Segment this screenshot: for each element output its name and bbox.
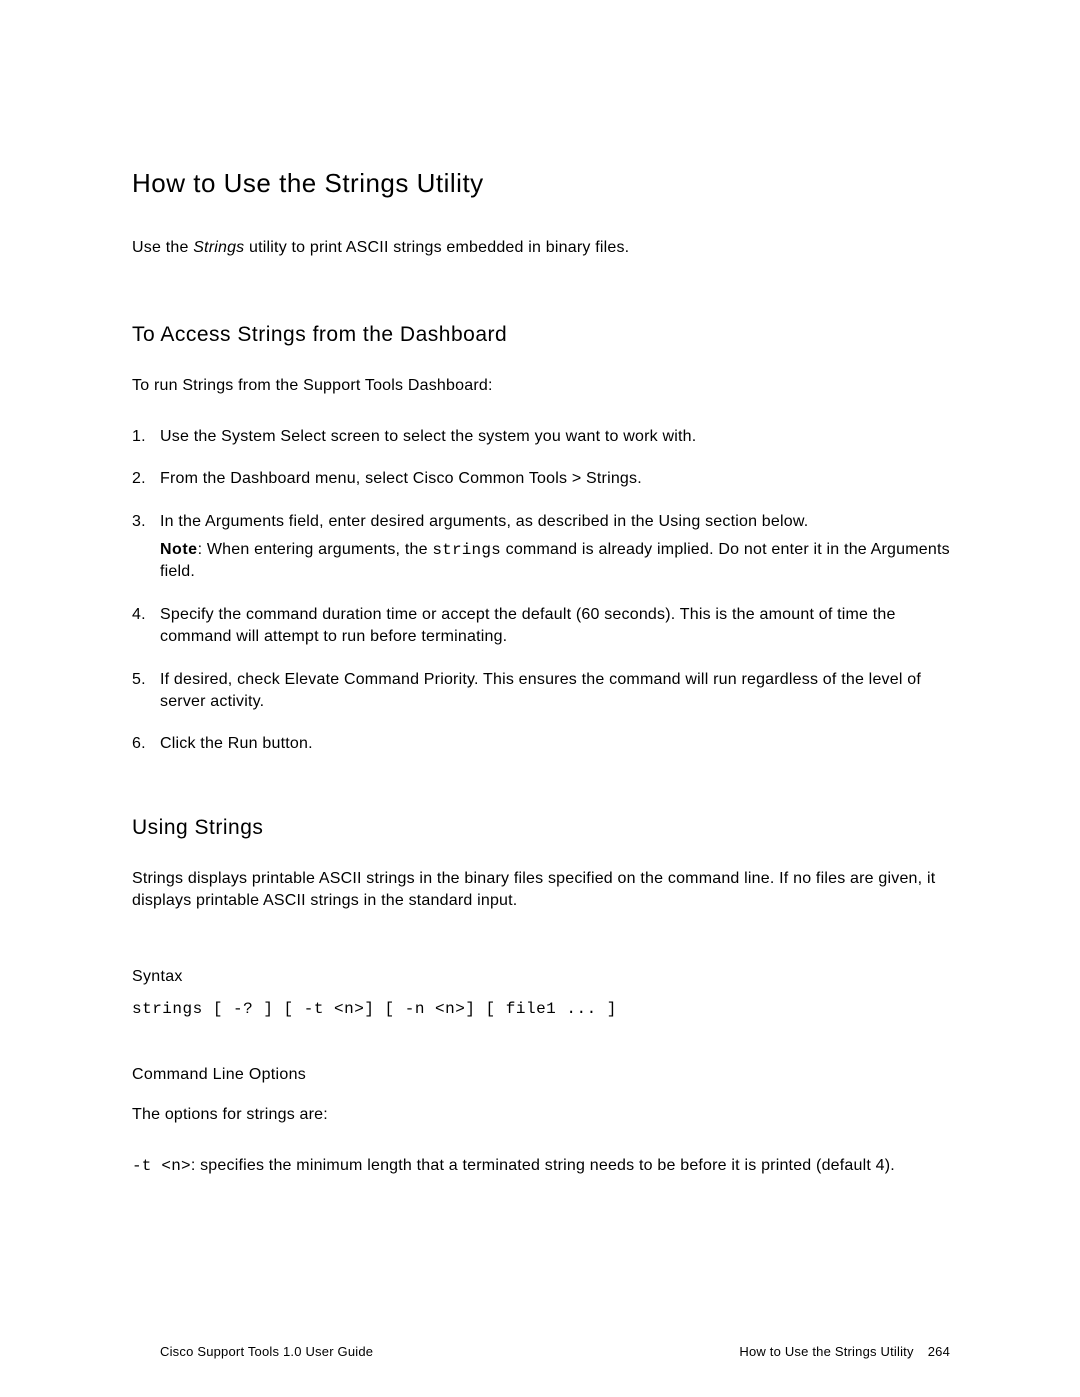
page-footer: Cisco Support Tools 1.0 User Guide How t… (160, 1344, 950, 1359)
access-intro: To run Strings from the Support Tools Da… (132, 375, 950, 397)
cli-option-code: -t <n> (132, 1157, 191, 1175)
syntax-block: Syntax strings [ -? ] [ -t <n>] [ -n <n>… (132, 968, 950, 1018)
footer-right: How to Use the Strings Utility 264 (739, 1344, 950, 1359)
syntax-heading: Syntax (132, 968, 950, 986)
cli-option-text: : specifies the minimum length that a te… (191, 1157, 895, 1174)
document-page: How to Use the Strings Utility Use the S… (0, 0, 1080, 1177)
step-text: In the Arguments field, enter desired ar… (160, 513, 808, 530)
cli-intro: The options for strings are: (132, 1104, 950, 1126)
intro-paragraph: Use the Strings utility to print ASCII s… (132, 237, 950, 259)
step-item: Use the System Select screen to select t… (132, 426, 950, 448)
step-item: Specify the command duration time or acc… (132, 604, 950, 649)
using-heading: Using Strings (132, 816, 950, 840)
intro-italic: Strings (193, 239, 244, 256)
intro-text-suffix: utility to print ASCII strings embedded … (244, 239, 629, 256)
steps-list: Use the System Select screen to select t… (132, 426, 950, 756)
intro-text-prefix: Use the (132, 239, 193, 256)
cli-option: -t <n>: specifies the minimum length tha… (132, 1155, 950, 1177)
using-paragraph: Strings displays printable ASCII strings… (132, 868, 950, 913)
footer-page-number: 264 (928, 1344, 950, 1359)
footer-section-title: How to Use the Strings Utility (739, 1344, 913, 1359)
cli-heading: Command Line Options (132, 1066, 950, 1084)
access-heading: To Access Strings from the Dashboard (132, 323, 950, 347)
step-item: Click the Run button. (132, 733, 950, 755)
step-item: If desired, check Elevate Command Priori… (132, 669, 950, 714)
page-title: How to Use the Strings Utility (132, 168, 950, 199)
step-note: Note: When entering arguments, the strin… (160, 539, 950, 584)
footer-left: Cisco Support Tools 1.0 User Guide (160, 1344, 373, 1359)
note-label: Note (160, 541, 198, 558)
syntax-code: strings [ -? ] [ -t <n>] [ -n <n>] [ fil… (132, 1000, 950, 1018)
note-before: : When entering arguments, the (198, 541, 433, 558)
step-item: From the Dashboard menu, select Cisco Co… (132, 468, 950, 490)
step-item: In the Arguments field, enter desired ar… (132, 511, 950, 584)
note-code: strings (432, 541, 501, 559)
